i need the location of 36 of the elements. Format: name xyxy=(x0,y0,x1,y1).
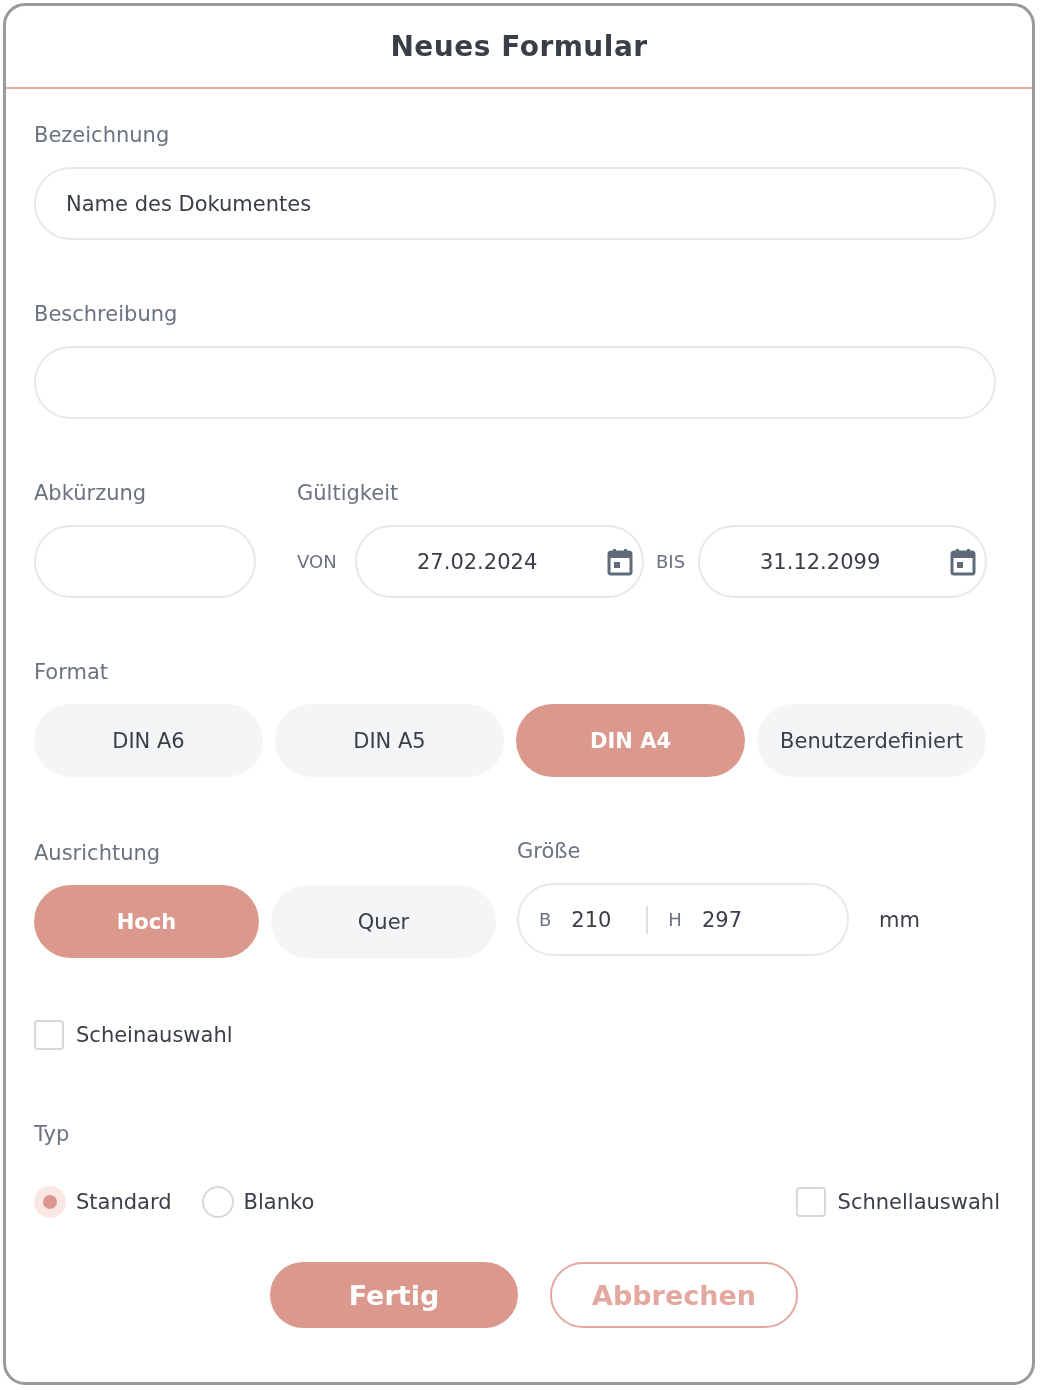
checkbox-label: Schnellauswahl xyxy=(837,1190,1000,1214)
height-input[interactable]: 297 xyxy=(681,907,777,932)
radio-button[interactable] xyxy=(201,1186,234,1218)
field-label: Größe xyxy=(517,839,582,863)
field-label: Format xyxy=(34,660,109,684)
field-label: Gültigkeit xyxy=(297,481,400,505)
date-input[interactable]: 31.12.2099 xyxy=(740,549,950,574)
name-field[interactable]: Name des Dokumentes xyxy=(34,167,996,240)
date-field[interactable]: 27.02.2024 xyxy=(355,525,644,598)
field-label: Bezeichnung xyxy=(34,123,171,147)
dialog-title: Neues Formular xyxy=(389,29,649,65)
field-label: Abkürzung xyxy=(34,481,148,505)
field-label: Ausrichtung xyxy=(34,841,162,865)
field-label: Typ xyxy=(34,1122,71,1146)
width-input[interactable]: 210 xyxy=(551,907,647,932)
width-label: B xyxy=(539,909,552,930)
unit-label: mm xyxy=(879,907,920,932)
format-option[interactable]: Benutzerdefiniert xyxy=(757,704,986,777)
format-option[interactable]: DIN A5 xyxy=(275,704,504,777)
from-label: VON xyxy=(297,551,338,572)
format-option[interactable]: DIN A6 xyxy=(34,704,263,777)
checkbox-label: Scheinauswahl xyxy=(76,1023,233,1047)
calendar-icon[interactable] xyxy=(950,547,976,576)
date-field[interactable]: 31.12.2099 xyxy=(698,525,987,598)
height-label: H xyxy=(668,909,682,930)
radio-label: Blanko xyxy=(243,1190,315,1214)
calendar-icon[interactable] xyxy=(607,547,633,576)
radio-button[interactable] xyxy=(34,1186,66,1218)
date-input[interactable]: 27.02.2024 xyxy=(397,549,607,574)
to-label: BIS xyxy=(656,551,687,572)
checkbox[interactable] xyxy=(795,1187,826,1217)
orientation-option[interactable]: Quer xyxy=(271,885,496,958)
size-field[interactable]: B 210 H 297 xyxy=(517,883,849,956)
field-label: Beschreibung xyxy=(34,302,179,326)
checkbox[interactable] xyxy=(34,1020,64,1050)
radio-label: Standard xyxy=(76,1190,172,1214)
